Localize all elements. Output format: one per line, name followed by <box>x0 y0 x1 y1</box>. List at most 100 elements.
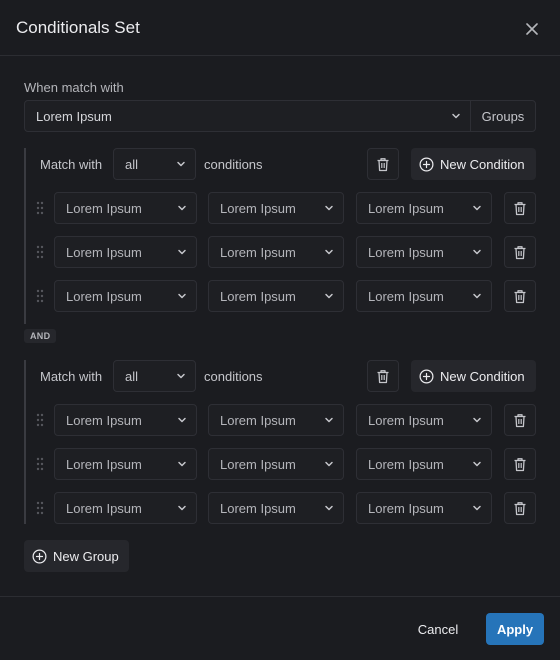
and-badge: AND <box>24 329 57 343</box>
chevron-down-icon <box>178 205 186 211</box>
condition-value-value: Lorem Ipsum <box>368 244 444 260</box>
chevron-down-icon <box>178 293 186 299</box>
modal-footer: Cancel Apply <box>0 596 560 660</box>
condition-value-select[interactable]: Lorem Ipsum <box>356 492 492 524</box>
condition-operator-value: Lorem Ipsum <box>220 288 296 304</box>
group-bar <box>24 148 26 324</box>
condition-operator-value: Lorem Ipsum <box>220 200 296 216</box>
condition-value-select[interactable]: Lorem Ipsum <box>356 236 492 268</box>
chevron-down-icon <box>325 205 333 211</box>
drag-handle[interactable] <box>36 457 44 471</box>
delete-condition-button[interactable] <box>504 236 536 268</box>
condition-field-value: Lorem Ipsum <box>66 288 142 304</box>
chevron-down-icon <box>473 417 481 423</box>
drag-handle[interactable] <box>36 413 44 427</box>
condition-operator-value: Lorem Ipsum <box>220 412 296 428</box>
condition-field-select[interactable]: Lorem Ipsum <box>54 280 197 312</box>
condition-value-select[interactable]: Lorem Ipsum <box>356 192 492 224</box>
drag-handle-icon <box>36 501 44 515</box>
condition-value-value: Lorem Ipsum <box>368 288 444 304</box>
chevron-down-icon <box>178 249 186 255</box>
condition-operator-value: Lorem Ipsum <box>220 500 296 516</box>
new-group-button[interactable]: New Group <box>24 540 129 572</box>
delete-group-button[interactable] <box>367 148 399 180</box>
condition-operator-value: Lorem Ipsum <box>220 244 296 260</box>
condition-value-value: Lorem Ipsum <box>368 412 444 428</box>
drag-handle[interactable] <box>36 201 44 215</box>
modal-title: Conditionals Set <box>16 18 140 37</box>
chevron-down-icon <box>473 293 481 299</box>
condition-operator-select[interactable]: Lorem Ipsum <box>208 492 344 524</box>
conditionals-modal: Conditionals Set When match with Lorem I… <box>0 0 560 660</box>
trash-icon <box>514 457 526 471</box>
drag-handle[interactable] <box>36 245 44 259</box>
drag-handle-icon <box>36 289 44 303</box>
condition-field-select[interactable]: Lorem Ipsum <box>54 236 197 268</box>
trash-icon <box>514 201 526 215</box>
cancel-button[interactable]: Cancel <box>404 613 472 645</box>
condition-field-select[interactable]: Lorem Ipsum <box>54 492 197 524</box>
drag-handle-icon <box>36 413 44 427</box>
condition-operator-select[interactable]: Lorem Ipsum <box>208 448 344 480</box>
condition-value-select[interactable]: Lorem Ipsum <box>356 404 492 436</box>
new-condition-label: New Condition <box>440 156 525 172</box>
trash-icon <box>514 245 526 259</box>
match-select[interactable]: Lorem Ipsum <box>24 100 471 132</box>
condition-field-select[interactable]: Lorem Ipsum <box>54 448 197 480</box>
trash-icon <box>514 289 526 303</box>
condition-field-value: Lorem Ipsum <box>66 456 142 472</box>
plus-circle-icon <box>419 369 434 383</box>
condition-field-value: Lorem Ipsum <box>66 200 142 216</box>
match-type-select[interactable]: all <box>113 360 196 392</box>
condition-operator-value: Lorem Ipsum <box>220 456 296 472</box>
chevron-down-icon <box>178 417 186 423</box>
new-condition-button[interactable]: New Condition <box>411 148 536 180</box>
condition-value-value: Lorem Ipsum <box>368 500 444 516</box>
condition-field-value: Lorem Ipsum <box>66 500 142 516</box>
when-match-label: When match with <box>24 80 124 95</box>
chevron-down-icon <box>452 113 460 119</box>
delete-condition-button[interactable] <box>504 280 536 312</box>
condition-group: Match with all conditions New Condition Lore… <box>24 148 536 324</box>
drag-handle[interactable] <box>36 289 44 303</box>
chevron-down-icon <box>473 461 481 467</box>
drag-handle-icon <box>36 245 44 259</box>
condition-value-value: Lorem Ipsum <box>368 456 444 472</box>
chevron-down-icon <box>325 417 333 423</box>
condition-field-select[interactable]: Lorem Ipsum <box>54 192 197 224</box>
new-condition-label: New Condition <box>440 368 525 384</box>
apply-button[interactable]: Apply <box>486 613 544 645</box>
condition-value-select[interactable]: Lorem Ipsum <box>356 280 492 312</box>
condition-operator-select[interactable]: Lorem Ipsum <box>208 404 344 436</box>
trash-icon <box>514 501 526 515</box>
condition-group: Match with all conditions New Condition Lore… <box>24 360 536 536</box>
drag-handle-icon <box>36 457 44 471</box>
new-condition-button[interactable]: New Condition <box>411 360 536 392</box>
condition-operator-select[interactable]: Lorem Ipsum <box>208 236 344 268</box>
chevron-down-icon <box>177 373 185 379</box>
condition-operator-select[interactable]: Lorem Ipsum <box>208 192 344 224</box>
condition-operator-select[interactable]: Lorem Ipsum <box>208 280 344 312</box>
delete-condition-button[interactable] <box>504 492 536 524</box>
match-type-select[interactable]: all <box>113 148 196 180</box>
drag-handle[interactable] <box>36 501 44 515</box>
delete-condition-button[interactable] <box>504 448 536 480</box>
delete-condition-button[interactable] <box>504 404 536 436</box>
condition-value-select[interactable]: Lorem Ipsum <box>356 448 492 480</box>
groups-button[interactable]: Groups <box>470 100 536 132</box>
trash-icon <box>514 413 526 427</box>
chevron-down-icon <box>325 461 333 467</box>
close-icon <box>526 23 538 35</box>
group-bar <box>24 360 26 524</box>
condition-field-select[interactable]: Lorem Ipsum <box>54 404 197 436</box>
conditions-label: conditions <box>204 157 263 172</box>
new-group-label: New Group <box>53 548 119 564</box>
plus-circle-icon <box>32 549 47 563</box>
match-with-label: Match with <box>40 369 103 384</box>
condition-value-value: Lorem Ipsum <box>368 200 444 216</box>
trash-icon <box>377 369 389 383</box>
close-button[interactable] <box>520 17 544 41</box>
delete-condition-button[interactable] <box>504 192 536 224</box>
delete-group-button[interactable] <box>367 360 399 392</box>
plus-circle-icon <box>419 157 434 171</box>
